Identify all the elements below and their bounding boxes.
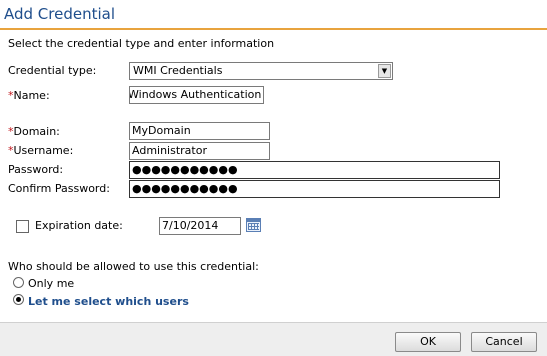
expiration-label: Expiration date:	[35, 219, 123, 232]
domain-label: *Domain:	[8, 125, 60, 138]
ok-button[interactable]: OK	[395, 332, 461, 352]
expiration-date-field[interactable]: 7/10/2014	[159, 217, 241, 235]
confirm-password-label: Confirm Password:	[8, 182, 110, 195]
name-field[interactable]: Windows Authentication	[129, 86, 264, 104]
chevron-down-icon[interactable]: ▼	[378, 64, 391, 78]
radio-only-me[interactable]	[13, 277, 24, 288]
dialog-footer: OK Cancel	[0, 322, 547, 356]
option-only-me-label: Only me	[28, 277, 75, 290]
credential-type-label: Credential type:	[8, 64, 97, 77]
password-field[interactable]: ●●●●●●●●●●●	[129, 161, 500, 179]
access-question: Who should be allowed to use this creden…	[8, 260, 259, 273]
expiration-checkbox[interactable]	[16, 220, 29, 233]
domain-field[interactable]: MyDomain	[129, 122, 270, 140]
username-label: *Username:	[8, 144, 73, 157]
name-label: *Name:	[8, 89, 50, 102]
radio-select-users[interactable]	[13, 294, 24, 305]
name-label-text: Name:	[13, 89, 50, 102]
dialog-titlebar: Add Credential	[0, 0, 547, 30]
credential-type-value: WMI Credentials	[133, 64, 223, 77]
credential-type-select[interactable]: WMI Credentials ▼	[129, 62, 393, 80]
username-label-text: Username:	[13, 144, 74, 157]
option-select-users-label: Let me select which users	[28, 295, 189, 308]
password-label: Password:	[8, 163, 64, 176]
calendar-icon[interactable]	[246, 218, 261, 232]
confirm-password-field[interactable]: ●●●●●●●●●●●	[129, 180, 500, 198]
radio-selected-dot	[16, 297, 21, 302]
cancel-button[interactable]: Cancel	[471, 332, 537, 352]
domain-label-text: Domain:	[13, 125, 60, 138]
dialog-title: Add Credential	[4, 5, 116, 23]
username-field[interactable]: Administrator	[129, 142, 270, 160]
instruction-text: Select the credential type and enter inf…	[8, 37, 275, 50]
